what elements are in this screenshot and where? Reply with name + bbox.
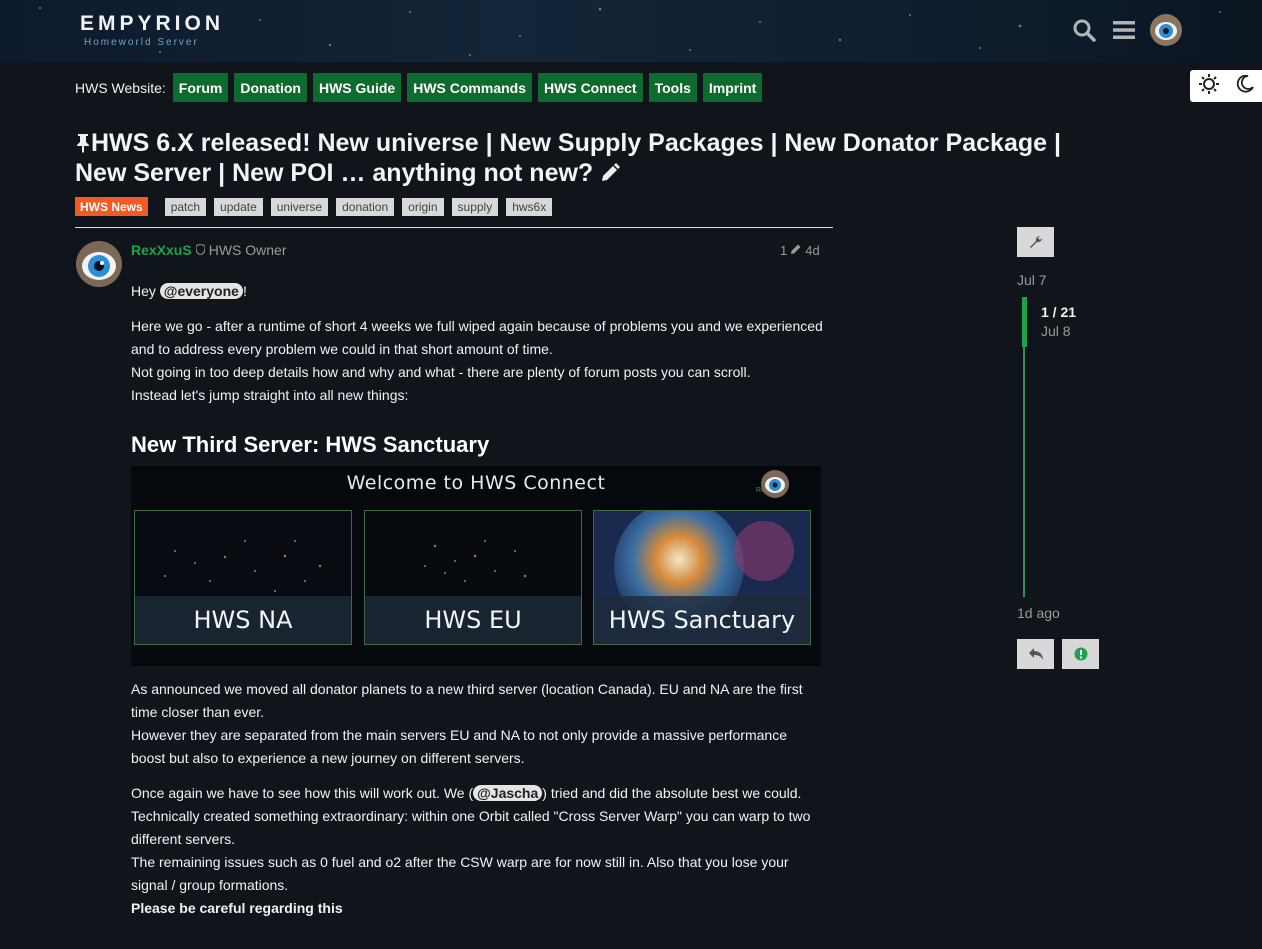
nav-label: HWS Website: (75, 79, 166, 96)
topic-tags: HWS News patch update universe donation … (75, 197, 553, 216)
donator-paragraph: As announced we moved all donator planet… (131, 678, 823, 770)
pencil-icon[interactable] (790, 243, 802, 258)
site-nav: HWS Website: Forum Donation HWS Guide HW… (75, 73, 763, 102)
tag-update[interactable]: update (214, 197, 263, 216)
paragraph-line: ) tried and did the absolute best we cou… (542, 785, 802, 801)
tag-universe[interactable]: universe (270, 197, 329, 216)
server-card-sanctuary: HWS Sanctuary (593, 510, 811, 645)
timeline-start-date[interactable]: Jul 7 (1017, 272, 1047, 288)
paragraph-line: Technically created something extraordin… (131, 808, 811, 847)
post-author-avatar[interactable] (76, 241, 122, 287)
post-user-title: HWS Owner (208, 242, 287, 258)
paragraph-line: The remaining issues such as 0 fuel and … (131, 854, 789, 893)
post-meta: RexXxuS HWS Owner (131, 242, 287, 258)
tag-origin[interactable]: origin (402, 197, 444, 216)
paragraph-line: Once again we have to see how this will … (131, 785, 474, 801)
edit-count[interactable]: 1 (780, 243, 787, 258)
post-greeting: Hey @everyone! (131, 280, 823, 303)
mention-everyone[interactable]: @everyone (159, 283, 243, 299)
hws-connect-banner[interactable]: Welcome to HWS Connect RexXxuS HWS NA HW… (131, 466, 821, 666)
tag-donation[interactable]: donation (336, 197, 395, 216)
intro-line: Here we go - after a runtime of short 4 … (131, 318, 823, 357)
category-badge[interactable]: HWS News (75, 197, 148, 216)
timeline-handle[interactable] (1022, 297, 1027, 347)
intro-paragraph: Here we go - after a runtime of short 4 … (131, 315, 823, 407)
light-mode-icon[interactable] (1198, 73, 1219, 99)
warp-paragraph: Once again we have to see how this will … (131, 782, 823, 920)
site-header: EMPYRION Homeworld Server (0, 0, 1262, 62)
timeline-end-date[interactable]: 1d ago (1017, 605, 1060, 621)
nav-connect-link[interactable]: HWS Connect (538, 73, 643, 102)
section-heading: New Third Server: HWS Sanctuary (131, 432, 490, 457)
admin-wrench-button[interactable] (1017, 227, 1054, 257)
post-body: Hey @everyone! Here we go - after a runt… (131, 280, 823, 932)
greeting-text: Hey (131, 283, 160, 299)
timeline-position: 1 / 21 (1041, 304, 1077, 320)
reply-icon (1028, 648, 1043, 660)
server-label-sanctuary: HWS Sanctuary (594, 596, 810, 644)
logo-title: EMPYRION (80, 12, 225, 35)
banner-title: Welcome to HWS Connect (346, 472, 606, 494)
theme-toggle (1190, 70, 1262, 102)
alert-icon (1074, 647, 1087, 661)
dark-mode-icon[interactable] (1236, 74, 1254, 98)
nav-imprint-link[interactable]: Imprint (702, 73, 763, 102)
greeting-suffix: ! (242, 283, 247, 299)
tag-supply[interactable]: supply (451, 197, 499, 216)
pin-icon (75, 129, 91, 157)
server-card-na: HWS NA (134, 510, 352, 645)
intro-line: Instead let's jump straight into all new… (131, 387, 409, 403)
warning-line: Please be careful regarding this (131, 900, 343, 916)
mention-jascha[interactable]: @Jascha (473, 785, 543, 801)
tag-patch[interactable]: patch (164, 197, 207, 216)
site-logo[interactable]: EMPYRION Homeworld Server (80, 12, 224, 48)
tag-hws6x[interactable]: hws6x (506, 197, 553, 216)
server-label-eu: HWS EU (365, 596, 581, 644)
shield-icon (195, 242, 206, 258)
topic-title-text: HWS 6.X released! New universe | New Sup… (75, 129, 1061, 187)
nav-tools-link[interactable]: Tools (648, 73, 697, 102)
paragraph-line: However they are separated from the main… (131, 727, 787, 766)
user-avatar[interactable] (1150, 14, 1182, 46)
post-age[interactable]: 4d (805, 243, 819, 258)
hamburger-menu-icon[interactable] (1110, 15, 1138, 45)
flag-button[interactable] (1062, 639, 1099, 669)
nav-donation-link[interactable]: Donation (234, 73, 307, 102)
reply-button[interactable] (1017, 639, 1054, 669)
wrench-icon (1029, 235, 1042, 248)
logo-subtitle: Homeworld Server (84, 37, 199, 48)
timeline-current-date: Jul 8 (1041, 323, 1071, 339)
title-divider (75, 227, 833, 228)
nav-guide-link[interactable]: HWS Guide (312, 73, 402, 102)
post-username[interactable]: RexXxuS (131, 242, 192, 258)
search-icon[interactable] (1070, 15, 1098, 45)
nav-forum-link[interactable]: Forum (172, 73, 229, 102)
edit-title-icon[interactable] (600, 159, 621, 187)
intro-line: Not going in too deep details how and wh… (131, 364, 751, 380)
topic-title: HWS 6.X released! New universe | New Sup… (75, 128, 1085, 188)
server-card-eu: HWS EU (364, 510, 582, 645)
server-label-na: HWS NA (135, 596, 351, 644)
paragraph-line: As announced we moved all donator planet… (131, 681, 803, 720)
banner-avatar (761, 470, 789, 498)
post-info: 1 4d (780, 243, 820, 258)
nav-commands-link[interactable]: HWS Commands (407, 73, 533, 102)
